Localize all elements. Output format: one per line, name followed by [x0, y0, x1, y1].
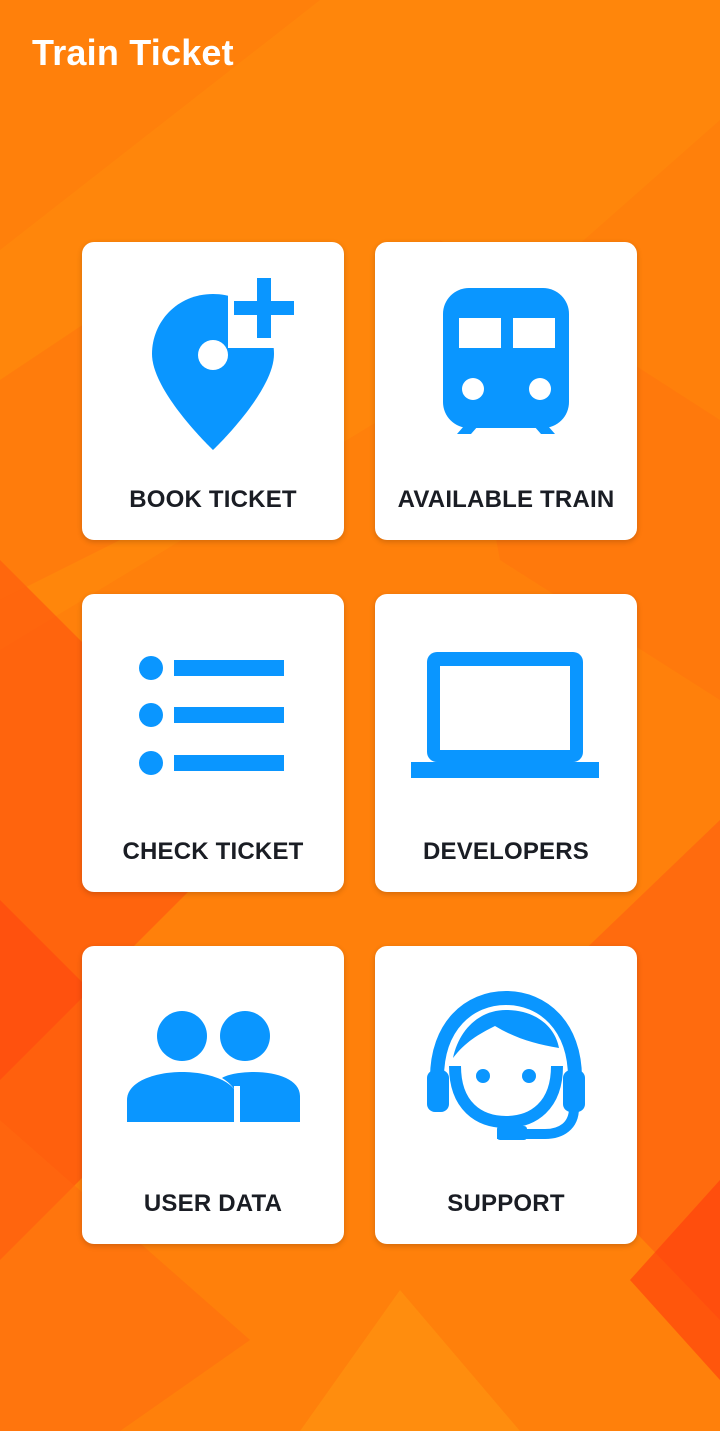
- app-title: Train Ticket: [32, 32, 234, 73]
- user-data-button[interactable]: USER DATA: [82, 946, 344, 1244]
- tile-label-available-train: AVAILABLE TRAIN: [397, 486, 615, 513]
- tile-label-support: SUPPORT: [447, 1190, 565, 1217]
- support-agent-icon: [427, 990, 585, 1140]
- add-location-icon: [152, 278, 304, 450]
- available-train-button[interactable]: AVAILABLE TRAIN: [375, 242, 637, 540]
- book-ticket-button[interactable]: BOOK TICKET: [82, 242, 344, 540]
- train-icon: [443, 288, 569, 434]
- developers-button[interactable]: DEVELOPERS: [375, 594, 637, 892]
- list-icon: [139, 656, 284, 775]
- check-ticket-button[interactable]: CHECK TICKET: [82, 594, 344, 892]
- support-button[interactable]: SUPPORT: [375, 946, 637, 1244]
- people-icon: [127, 1011, 300, 1122]
- tile-label-book-ticket: BOOK TICKET: [129, 486, 297, 513]
- tile-label-check-ticket: CHECK TICKET: [122, 838, 304, 865]
- tile-label-user-data: USER DATA: [143, 1190, 283, 1217]
- tile-label-developers: DEVELOPERS: [422, 838, 590, 865]
- laptop-icon: [411, 652, 599, 778]
